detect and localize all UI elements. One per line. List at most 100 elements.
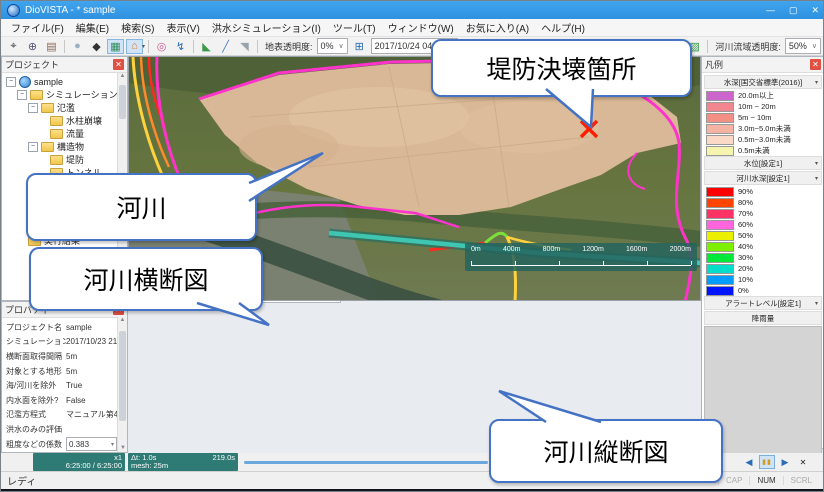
close-icon[interactable]: ✕ bbox=[810, 59, 821, 70]
surface-opacity-select[interactable]: 0% ∨ bbox=[317, 38, 348, 54]
legend-swatch bbox=[706, 242, 734, 252]
draw-line-icon[interactable]: ╱ bbox=[217, 39, 234, 54]
property-value[interactable]: 0.383▾ bbox=[66, 437, 117, 451]
legend-swatch bbox=[706, 198, 734, 208]
property-label: 氾濫方程式 bbox=[6, 409, 66, 420]
terrain-icon[interactable]: ▦ bbox=[107, 39, 124, 54]
menu-item[interactable]: ウィンドウ(W) bbox=[382, 18, 460, 37]
folder-icon bbox=[50, 155, 63, 165]
menu-item[interactable]: お気に入り(A) bbox=[460, 18, 535, 37]
calendar-icon[interactable]: ⊞ bbox=[351, 39, 368, 54]
legend-section-title: 河川水深[設定1] bbox=[736, 173, 789, 184]
sphere-icon[interactable]: ● bbox=[69, 39, 86, 54]
find-icon[interactable]: ⌖ bbox=[5, 39, 22, 54]
home-icon[interactable]: ⌂ bbox=[126, 39, 143, 54]
tree-item-label: 構造物 bbox=[57, 140, 84, 153]
callout-river: 河川 bbox=[26, 173, 257, 241]
callout-breach-label: 堤防決壊箇所 bbox=[486, 50, 636, 86]
area-chart-icon[interactable]: ◣ bbox=[198, 39, 215, 54]
chevron-down-icon: ▾ bbox=[111, 441, 114, 448]
close-icon[interactable]: ✕ bbox=[113, 59, 124, 70]
polygon-icon[interactable]: ◥ bbox=[236, 39, 253, 54]
zoom-icon[interactable]: ⊕ bbox=[24, 39, 41, 54]
menu-item[interactable]: ファイル(F) bbox=[5, 18, 70, 37]
legend-item-label: 10% bbox=[738, 275, 753, 284]
step-back-button[interactable]: ◀ bbox=[741, 455, 757, 469]
minimize-button[interactable]: — bbox=[766, 5, 775, 16]
legend-item-label: 60% bbox=[738, 220, 753, 229]
sim-mesh: mesh: 25m bbox=[131, 462, 235, 470]
legend-swatch bbox=[706, 275, 734, 285]
legend-section-header[interactable]: 水位[設定1]▾ bbox=[704, 156, 822, 170]
project-panel-title: プロジェクト bbox=[5, 58, 59, 71]
legend-section-title: 降雨量 bbox=[752, 313, 775, 324]
properties-scrollbar[interactable]: ▲▼ bbox=[117, 317, 127, 452]
playback-controls: ◀▮▮▶✕ bbox=[741, 453, 811, 471]
legend-item: 50% bbox=[704, 230, 822, 241]
legend-swatch bbox=[706, 209, 734, 219]
property-value: 5m bbox=[66, 352, 77, 361]
menu-item[interactable]: 洪水シミュレーション(I) bbox=[206, 18, 327, 37]
app-window: DioVISTA - * sample — ▢ ✕ ファイル(F)編集(E)検索… bbox=[0, 0, 824, 492]
menu-item[interactable]: ヘルプ(H) bbox=[535, 18, 591, 37]
legend-item: 20% bbox=[704, 263, 822, 274]
timeline-slider[interactable] bbox=[244, 461, 488, 464]
callout-profile-label: 河川縦断図 bbox=[543, 433, 668, 469]
legend-section-header[interactable]: 降雨量 bbox=[704, 311, 822, 325]
collapse-toggle-icon[interactable]: − bbox=[17, 90, 27, 100]
select-icon[interactable]: ▤ bbox=[43, 39, 60, 54]
tree-item[interactable]: 流量 bbox=[2, 127, 127, 140]
scalebar-label: 400m bbox=[503, 246, 521, 253]
status-flag-scrl: SCRL bbox=[783, 476, 819, 485]
legend-panel-header: 凡例 ✕ bbox=[702, 57, 824, 73]
property-value: 5m bbox=[66, 367, 77, 376]
play-button[interactable]: ▶ bbox=[777, 455, 793, 469]
property-row: 海/河川を除外True bbox=[6, 378, 117, 393]
folder-icon bbox=[50, 116, 63, 126]
menu-item[interactable]: ツール(T) bbox=[327, 18, 382, 37]
property-row: 対象とする地形5m bbox=[6, 364, 117, 379]
legend-item-label: 20.0m以上 bbox=[738, 90, 774, 101]
property-label: プロジェクト名 bbox=[6, 322, 66, 333]
menu-item[interactable]: 表示(V) bbox=[160, 18, 205, 37]
marker-icon[interactable]: ◆ bbox=[88, 39, 105, 54]
menu-item[interactable]: 検索(S) bbox=[115, 18, 160, 37]
route-icon[interactable]: ↯ bbox=[172, 39, 189, 54]
titlebar[interactable]: DioVISTA - * sample — ▢ ✕ bbox=[1, 1, 824, 19]
tree-item[interactable]: −氾濫 bbox=[2, 101, 127, 114]
tree-item[interactable]: − 構造物 bbox=[2, 140, 127, 153]
legend-item: 20.0m以上 bbox=[704, 90, 822, 101]
legend-item: 60% bbox=[704, 219, 822, 230]
tree-item[interactable]: −シミュレーション条件 bbox=[2, 88, 127, 101]
maximize-button[interactable]: ▢ bbox=[789, 5, 798, 16]
toggle-spacer bbox=[39, 117, 47, 125]
stop-button[interactable]: ✕ bbox=[795, 455, 811, 469]
tree-item[interactable]: −sample bbox=[2, 75, 127, 88]
legend-swatch bbox=[706, 220, 734, 230]
tree-item[interactable]: 堤防 bbox=[2, 153, 127, 166]
property-row: 氾濫方程式マニュアル第4版 bbox=[6, 408, 117, 423]
tree-item-label: 堤防 bbox=[66, 153, 84, 166]
collapse-toggle-icon[interactable]: − bbox=[28, 142, 38, 152]
legend-section-header[interactable]: 水深[国交省標準(2016)]▾ bbox=[704, 75, 822, 89]
legend-section-header[interactable]: 河川水深[設定1]▾ bbox=[704, 171, 822, 185]
legend-swatch bbox=[706, 102, 734, 112]
legend-item-label: 0.5m~3.0m未満 bbox=[738, 134, 791, 145]
map-scalebar: 0m400m800m1200m1600m2000m bbox=[465, 243, 697, 271]
river-opacity-select[interactable]: 50% ∨ bbox=[785, 38, 821, 54]
legend-item: 80% bbox=[704, 197, 822, 208]
tree-item[interactable]: 水柱崩壊 bbox=[2, 114, 127, 127]
property-row: 粗度などの係数0.383▾ bbox=[6, 437, 117, 452]
legend-section-header[interactable]: アラートレベル[設定1]▾ bbox=[704, 296, 822, 310]
close-window-button[interactable]: ✕ bbox=[811, 5, 819, 16]
link-icon[interactable]: ◎ bbox=[153, 39, 170, 54]
property-label: 洪水のみの評価 bbox=[6, 424, 66, 435]
pause-button[interactable]: ▮▮ bbox=[759, 455, 775, 469]
menu-item[interactable]: 編集(E) bbox=[70, 18, 115, 37]
scalebar-label: 1200m bbox=[582, 246, 603, 253]
collapse-toggle-icon[interactable]: − bbox=[6, 77, 16, 87]
sim-params-block: Δt: 1.0s 219.0s mesh: 25m bbox=[128, 453, 238, 471]
legend-item: 5m ~ 10m bbox=[704, 112, 822, 123]
collapse-toggle-icon[interactable]: − bbox=[28, 103, 38, 113]
status-flag-cap: CAP bbox=[718, 476, 749, 485]
